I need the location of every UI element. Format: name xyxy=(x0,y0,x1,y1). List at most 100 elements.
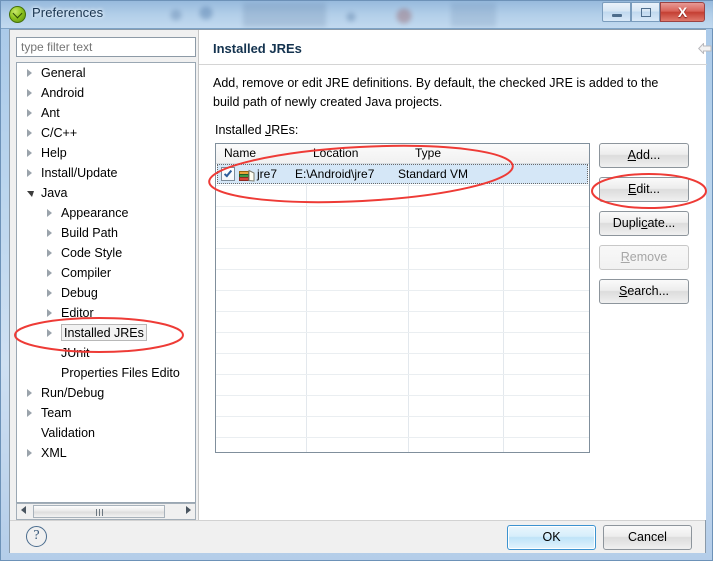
filter-input[interactable] xyxy=(16,37,196,57)
chevron-right-icon[interactable] xyxy=(47,329,52,337)
preferences-app-icon xyxy=(9,6,26,23)
dialog-footer: ? OK Cancel xyxy=(10,520,705,553)
tree-item-label: Installed JREs xyxy=(61,324,147,341)
tree-item-label: Team xyxy=(41,406,72,420)
page-title: Installed JREs xyxy=(213,41,302,56)
row-divider xyxy=(216,206,589,207)
tree-item-xml[interactable]: XML xyxy=(17,443,195,463)
tree-item-team[interactable]: Team xyxy=(17,403,195,423)
tree-item-installed-jres[interactable]: Installed JREs xyxy=(17,323,195,343)
tree-item-label: Properties Files Edito xyxy=(61,366,180,380)
tree-item-code-style[interactable]: Code Style xyxy=(17,243,195,263)
scroll-right-icon[interactable] xyxy=(186,506,191,514)
title-divider xyxy=(199,64,707,65)
column-header-name[interactable]: Name xyxy=(224,146,256,160)
tree-item-label: Build Path xyxy=(61,226,118,240)
scrollbar-thumb[interactable] xyxy=(33,505,165,518)
chevron-right-icon[interactable] xyxy=(47,229,52,237)
tree-item-java[interactable]: Java xyxy=(17,183,195,203)
dialog-client-area: General Android Ant C/C++ Help Install/Update… xyxy=(9,29,712,553)
chevron-right-icon[interactable] xyxy=(27,69,32,77)
tree-item-label: XML xyxy=(41,446,67,460)
tree-item-label: Install/Update xyxy=(41,166,118,180)
chevron-right-icon[interactable] xyxy=(27,149,32,157)
label-pre: Installed xyxy=(215,123,266,137)
chevron-right-icon[interactable] xyxy=(47,309,52,317)
help-icon[interactable]: ? xyxy=(26,526,47,547)
tree-item-install-update[interactable]: Install/Update xyxy=(17,163,195,183)
chevron-right-icon[interactable] xyxy=(27,449,32,457)
chevron-right-icon[interactable] xyxy=(47,209,52,217)
title-bar: Preferences X xyxy=(1,1,713,29)
column-header-location[interactable]: Location xyxy=(313,146,358,160)
tree-item-label: Android xyxy=(41,86,85,100)
tree-item-label: Appearance xyxy=(61,206,129,220)
back-arrow-icon[interactable] xyxy=(698,43,712,54)
installed-jres-label: Installed JREs: xyxy=(215,123,298,137)
button-label-post: dd... xyxy=(636,148,661,162)
tree-item-run-debug[interactable]: Run/Debug xyxy=(17,383,195,403)
close-icon: X xyxy=(677,4,688,20)
column-header-type[interactable]: Type xyxy=(415,146,441,160)
chevron-right-icon[interactable] xyxy=(27,169,32,177)
chevron-right-icon[interactable] xyxy=(27,89,32,97)
table-row[interactable]: jre7 E:\Android\jre7 Standard VM xyxy=(217,164,588,184)
row-checkbox[interactable] xyxy=(221,167,235,181)
maximize-button[interactable] xyxy=(631,2,660,22)
table-header-row: Name Location Type xyxy=(216,144,589,164)
row-divider xyxy=(216,332,589,333)
tree-item-build-path[interactable]: Build Path xyxy=(17,223,195,243)
add-button[interactable]: Add... xyxy=(599,143,689,168)
aero-glass-blur xyxy=(151,3,571,27)
ok-button[interactable]: OK xyxy=(507,525,596,550)
cancel-button[interactable]: Cancel xyxy=(603,525,692,550)
row-divider xyxy=(216,311,589,312)
chevron-right-icon[interactable] xyxy=(27,109,32,117)
installed-jres-table[interactable]: Name Location Type jre7 E:\Android\jre7 … xyxy=(215,143,590,453)
row-divider xyxy=(216,185,589,186)
tree-item-editor[interactable]: Editor xyxy=(17,303,195,323)
button-label-pre: Dupli xyxy=(612,216,642,230)
chevron-right-icon[interactable] xyxy=(27,409,32,417)
chevron-right-icon[interactable] xyxy=(47,269,52,277)
tree-item-appearance[interactable]: Appearance xyxy=(17,203,195,223)
scrollbar-grip-icon xyxy=(96,509,104,516)
row-cell-type: Standard VM xyxy=(398,167,469,181)
tree-item-android[interactable]: Android xyxy=(17,83,195,103)
row-divider xyxy=(216,395,589,396)
tree-item-ant[interactable]: Ant xyxy=(17,103,195,123)
chevron-right-icon[interactable] xyxy=(47,289,52,297)
tree-item-label: C/C++ xyxy=(41,126,78,140)
duplicate-button[interactable]: Duplicate... xyxy=(599,211,689,236)
tree-item-properties-files-edito[interactable]: Properties Files Edito xyxy=(17,363,195,383)
tree-item-validation[interactable]: Validation xyxy=(17,423,195,443)
tree-item-label: Debug xyxy=(61,286,98,300)
tree-item-junit[interactable]: JUnit xyxy=(17,343,195,363)
tree-item-c-c[interactable]: C/C++ xyxy=(17,123,195,143)
tree-item-help[interactable]: Help xyxy=(17,143,195,163)
chevron-right-icon[interactable] xyxy=(27,129,32,137)
row-divider xyxy=(216,416,589,417)
minimize-button[interactable] xyxy=(602,2,631,22)
preference-tree[interactable]: General Android Ant C/C++ Help Install/Update… xyxy=(16,62,196,503)
close-button[interactable]: X xyxy=(660,2,705,22)
tree-item-label: Run/Debug xyxy=(41,386,105,400)
scroll-left-icon[interactable] xyxy=(21,506,26,514)
tree-item-label: JUnit xyxy=(61,346,90,360)
tree-item-compiler[interactable]: Compiler xyxy=(17,263,195,283)
button-label-post: emove xyxy=(629,250,668,264)
tree-item-general[interactable]: General xyxy=(17,63,195,83)
chevron-right-icon[interactable] xyxy=(47,249,52,257)
button-label-mnemonic: A xyxy=(627,148,636,162)
tree-item-debug[interactable]: Debug xyxy=(17,283,195,303)
row-divider xyxy=(216,353,589,354)
window-title: Preferences xyxy=(32,5,104,20)
tree-item-label: Validation xyxy=(41,426,95,440)
tree-horizontal-scrollbar[interactable] xyxy=(16,503,196,520)
tree-item-label: Editor xyxy=(61,306,94,320)
edit-button[interactable]: Edit... xyxy=(599,177,689,202)
chevron-right-icon[interactable] xyxy=(27,389,32,397)
chevron-down-icon[interactable] xyxy=(27,191,34,197)
search-button[interactable]: Search... xyxy=(599,279,689,304)
label-post: REs: xyxy=(271,123,299,137)
